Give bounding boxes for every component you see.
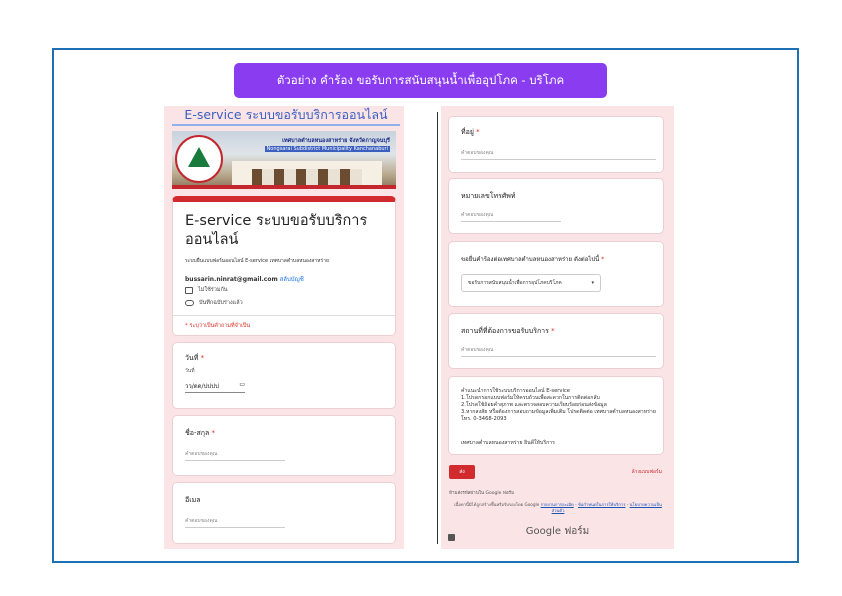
not-shared-icon: [185, 286, 193, 294]
report-icon[interactable]: [448, 534, 455, 541]
password-warning: ห้ามส่งรหัสผ่านใน Google ฟอร์ม: [449, 491, 515, 496]
title-banner: ตัวอย่าง คำร้อง ขอรับการสนับสนุนน้ำเพื่อ…: [234, 63, 607, 98]
cloud-icon: [185, 300, 194, 306]
terms-link[interactable]: ข้อกำหนดในการให้บริการ: [578, 502, 626, 507]
account-email: bussarin.ninrat@gmail.com: [185, 276, 278, 283]
request-dropdown[interactable]: ขอรับการสนับสนุนน้ำเพื่อการอุปโภคบริโภค …: [461, 274, 601, 292]
dropdown-arrow-icon: ▾: [591, 280, 594, 286]
date-input[interactable]: วว/ดด/ปปปป ▭: [185, 381, 245, 393]
account-row: bussarin.ninrat@gmail.com สลับบัญชี: [185, 274, 304, 284]
request-question-title: ขอยื่นคำร้องต่อเทศบาลตำบลหนองสาหร่าย ดัง…: [461, 256, 605, 263]
calendar-icon[interactable]: ▭: [239, 381, 245, 391]
phone-input[interactable]: คำตอบของคุณ: [461, 211, 561, 222]
not-shared-label: ไม่ใช้ร่วมกัน: [198, 287, 228, 293]
clear-form-link[interactable]: ล้างแบบฟอร์ม: [632, 468, 662, 476]
place-input[interactable]: คำตอบของคุณ: [461, 346, 656, 357]
place-question-card: สถานที่ที่ต้องการขอรับบริการ * คำตอบของค…: [448, 313, 664, 369]
form-screenshot-left: E-service ระบบขอรับบริการออนไลน์ เทศบาลต…: [164, 106, 404, 549]
email-question-title: อีเมล: [185, 496, 201, 504]
municipality-logo: [175, 135, 223, 183]
email-question-card: อีเมล คำตอบของคุณ: [172, 482, 396, 544]
legal-footer: เนื้อหานี้มิได้ถูกสร้างขึ้นหรือรับรองโดย…: [454, 502, 662, 513]
phone-question-title: หมายเลขโทรศัพท์: [461, 192, 516, 200]
form-description: ระบบยื่นแบบฟอร์มออนไลน์ E-service เทศบาล…: [185, 258, 329, 264]
required-note: * ระบุว่าเป็นคำถามที่จำเป็น: [185, 323, 251, 329]
google-forms-logo: Google ฟอร์ม: [525, 526, 590, 537]
form-screenshot-right: ที่อยู่ * คำตอบของคุณ หมายเลขโทรศัพท์ คำ…: [441, 106, 674, 549]
date-question-sub: วันที่: [185, 368, 195, 374]
phone-question-card: หมายเลขโทรศัพท์ คำตอบของคุณ: [448, 178, 664, 234]
name-input[interactable]: คำตอบของคุณ: [185, 450, 285, 461]
header-image: เทศบาลตำบลหนองสาหร่าย จังหวัดกาญจนบุรี N…: [172, 131, 396, 189]
date-question-title: วันที่ *: [185, 354, 205, 362]
date-question-card: วันที่ * วันที่ วว/ดด/ปปปป ▭: [172, 342, 396, 409]
header-line-english: Nongsarai Subdistrict Municipality Kanch…: [264, 146, 390, 152]
draft-saved-label: บันทึกฉบับร่างแล้ว: [199, 300, 243, 306]
name-question-card: ชื่อ-สกุล * คำตอบของคุณ: [172, 415, 396, 476]
submit-button[interactable]: ส่ง: [449, 465, 475, 479]
not-shared-row: ไม่ใช้ร่วมกัน: [185, 286, 228, 294]
header-line-thai: เทศบาลตำบลหนองสาหร่าย จังหวัดกาญจนบุรี: [282, 138, 390, 144]
address-question-card: ที่อยู่ * คำตอบของคุณ: [448, 116, 664, 173]
report-abuse-link[interactable]: รายงานการละเมิด: [541, 502, 574, 507]
form-title: E-service ระบบขอรับบริการออนไลน์: [185, 213, 368, 248]
instructions-thanks: เทศบาลตำบลหนองสาหร่าย ยินดีให้บริการ: [461, 440, 555, 446]
draft-saved-row: บันทึกฉบับร่างแล้ว: [185, 299, 243, 307]
form-header-card: E-service ระบบขอรับบริการออนไลน์ ระบบยื่…: [172, 196, 396, 336]
divider: [173, 315, 395, 316]
name-question-title: ชื่อ-สกุล *: [185, 429, 216, 437]
instructions-card: คำแนะนำการใช้ระบบบริการออนไลน์ E-service…: [448, 376, 664, 455]
email-input[interactable]: คำตอบของคุณ: [185, 517, 285, 528]
address-question-title: ที่อยู่ *: [461, 128, 480, 136]
place-question-title: สถานที่ที่ต้องการขอรับบริการ *: [461, 327, 555, 335]
request-question-card: ขอยื่นคำร้องต่อเทศบาลตำบลหนองสาหร่าย ดัง…: [448, 241, 664, 307]
header-strip: [172, 185, 396, 189]
address-input[interactable]: คำตอบของคุณ: [461, 149, 656, 160]
switch-account-link[interactable]: สลับบัญชี: [280, 276, 304, 283]
column-separator: [437, 112, 438, 544]
page-title: E-service ระบบขอรับบริการออนไลน์: [172, 106, 400, 126]
instructions-text: คำแนะนำการใช้ระบบบริการออนไลน์ E-service…: [461, 388, 656, 422]
banner-title: ตัวอย่าง คำร้อง ขอรับการสนับสนุนน้ำเพื่อ…: [276, 72, 565, 87]
